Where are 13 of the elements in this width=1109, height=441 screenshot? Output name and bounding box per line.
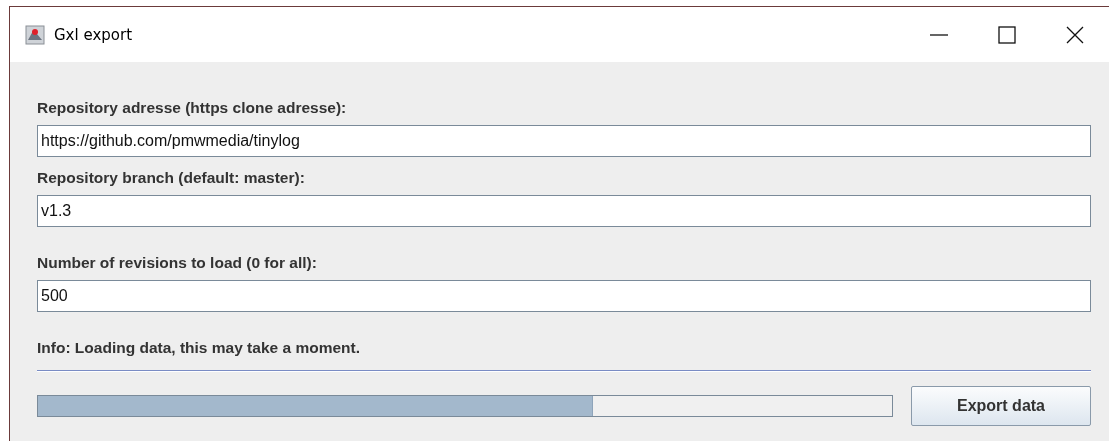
minimize-icon — [930, 33, 948, 36]
export-button[interactable]: Export data — [911, 386, 1091, 426]
field-label: Repository branch (default: master): — [37, 168, 306, 188]
app-icon — [25, 24, 45, 45]
field-label: Repository adresse (https clone adresse): — [37, 98, 348, 118]
info-text: Info: Loading data, this may take a moment. — [37, 338, 361, 358]
input-field[interactable]: v1.3 — [37, 195, 1091, 227]
input-field[interactable]: 500 — [37, 280, 1091, 312]
field-label: Number of revisions to load (0 for all): — [37, 253, 318, 273]
window-title: Gxl export — [54, 25, 133, 44]
maximize-icon — [997, 24, 1017, 45]
close-icon — [1065, 24, 1085, 45]
input-field[interactable]: https://github.com/pmwmedia/tinylog — [37, 125, 1091, 157]
